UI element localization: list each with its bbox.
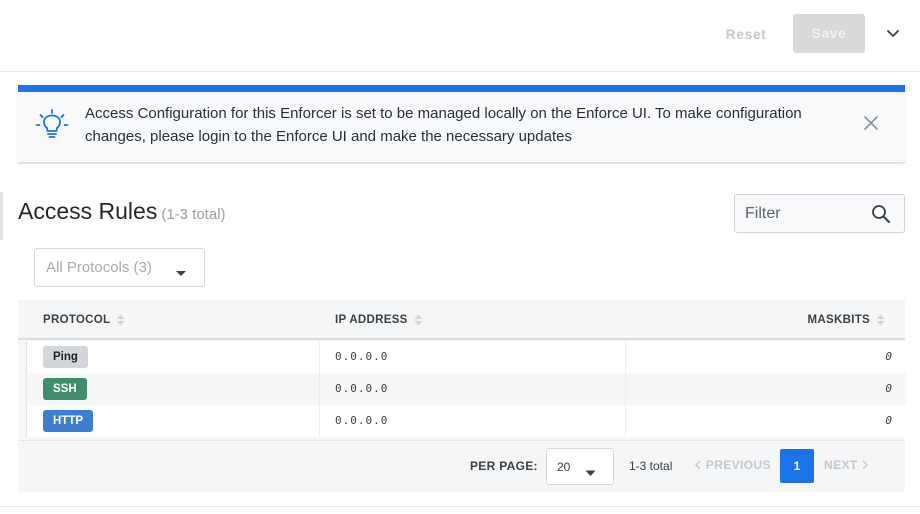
ip-address-cell: 0.0.0.0 — [335, 382, 389, 395]
column-header-protocol-label: PROTOCOL — [43, 314, 111, 327]
sort-icon — [876, 314, 885, 326]
reset-button[interactable]: Reset — [718, 16, 774, 52]
cell-divider — [625, 373, 626, 405]
filter-input[interactable] — [745, 204, 865, 224]
search-icon[interactable] — [871, 204, 891, 224]
cell-divider — [625, 341, 626, 373]
protocol-select[interactable]: All Protocols (3) — [34, 248, 205, 287]
lightbulb-icon — [35, 108, 69, 142]
next-page-button[interactable]: NEXT — [824, 458, 869, 472]
previous-page-button[interactable]: PREVIOUS — [694, 458, 771, 472]
caret-down-icon — [175, 265, 187, 276]
maskbits-cell: 0 — [885, 350, 892, 363]
column-header-protocol[interactable]: PROTOCOL — [43, 314, 125, 326]
chevron-down-icon[interactable] — [882, 22, 904, 44]
close-icon[interactable] — [862, 114, 880, 132]
table-body: Ping 0.0.0.0 0 SSH 0.0.0.0 0 HTTP 0.0.0.… — [26, 341, 906, 437]
cell-divider — [319, 341, 320, 373]
banner-message: Access Configuration for this Enforcer i… — [85, 105, 802, 145]
pagination: PER PAGE: 20 1-3 total PREVIOUS 1 NEXT — [18, 440, 905, 492]
previous-page-label: PREVIOUS — [705, 458, 771, 472]
table-row[interactable]: SSH 0.0.0.0 0 — [27, 373, 906, 405]
access-rules-table: PROTOCOL IP ADDRESS MASKBITS Ping 0.0.0.… — [18, 300, 906, 492]
chevron-right-icon — [861, 459, 869, 470]
protocol-badge: SSH — [43, 378, 87, 400]
column-header-ip-address[interactable]: IP ADDRESS — [335, 314, 423, 326]
protocol-badge: Ping — [43, 346, 88, 368]
per-page-select[interactable]: 20 — [546, 448, 614, 485]
page-button-current[interactable]: 1 — [780, 449, 814, 483]
table-row[interactable]: HTTP 0.0.0.0 0 — [27, 405, 906, 437]
column-header-maskbits-label: MASKBITS — [807, 314, 870, 327]
info-banner: Access Configuration for this Enforcer i… — [18, 85, 905, 163]
maskbits-cell: 0 — [885, 382, 892, 395]
pagination-total: 1-3 total — [629, 459, 673, 473]
cell-divider — [319, 405, 320, 437]
section-accent — [0, 192, 3, 240]
caret-down-icon — [585, 464, 596, 476]
chevron-left-icon — [694, 459, 702, 470]
ip-address-cell: 0.0.0.0 — [335, 414, 389, 427]
column-header-ip-address-label: IP ADDRESS — [335, 314, 408, 327]
per-page-value: 20 — [557, 460, 571, 474]
bottom-divider — [0, 506, 920, 507]
table-row[interactable]: Ping 0.0.0.0 0 — [27, 341, 906, 373]
ip-address-cell: 0.0.0.0 — [335, 350, 389, 363]
table-header: PROTOCOL IP ADDRESS MASKBITS — [18, 300, 905, 340]
cell-divider — [319, 373, 320, 405]
column-header-maskbits[interactable]: MASKBITS — [808, 314, 885, 326]
per-page-label: PER PAGE: — [470, 459, 538, 473]
section-title: Access Rules (1-3 total) — [18, 198, 226, 225]
sort-icon — [414, 314, 423, 326]
cell-divider — [625, 405, 626, 437]
section-title-text: Access Rules — [18, 198, 158, 224]
maskbits-cell: 0 — [885, 414, 892, 427]
sort-icon — [116, 314, 125, 326]
section-count: (1-3 total) — [161, 206, 226, 223]
next-page-label: NEXT — [824, 458, 858, 472]
protocol-select-value: All Protocols (3) — [46, 259, 152, 276]
filter-box — [734, 194, 905, 233]
save-button[interactable]: Save — [793, 14, 865, 53]
top-toolbar: Reset Save — [0, 0, 920, 72]
protocol-badge: HTTP — [43, 410, 94, 432]
